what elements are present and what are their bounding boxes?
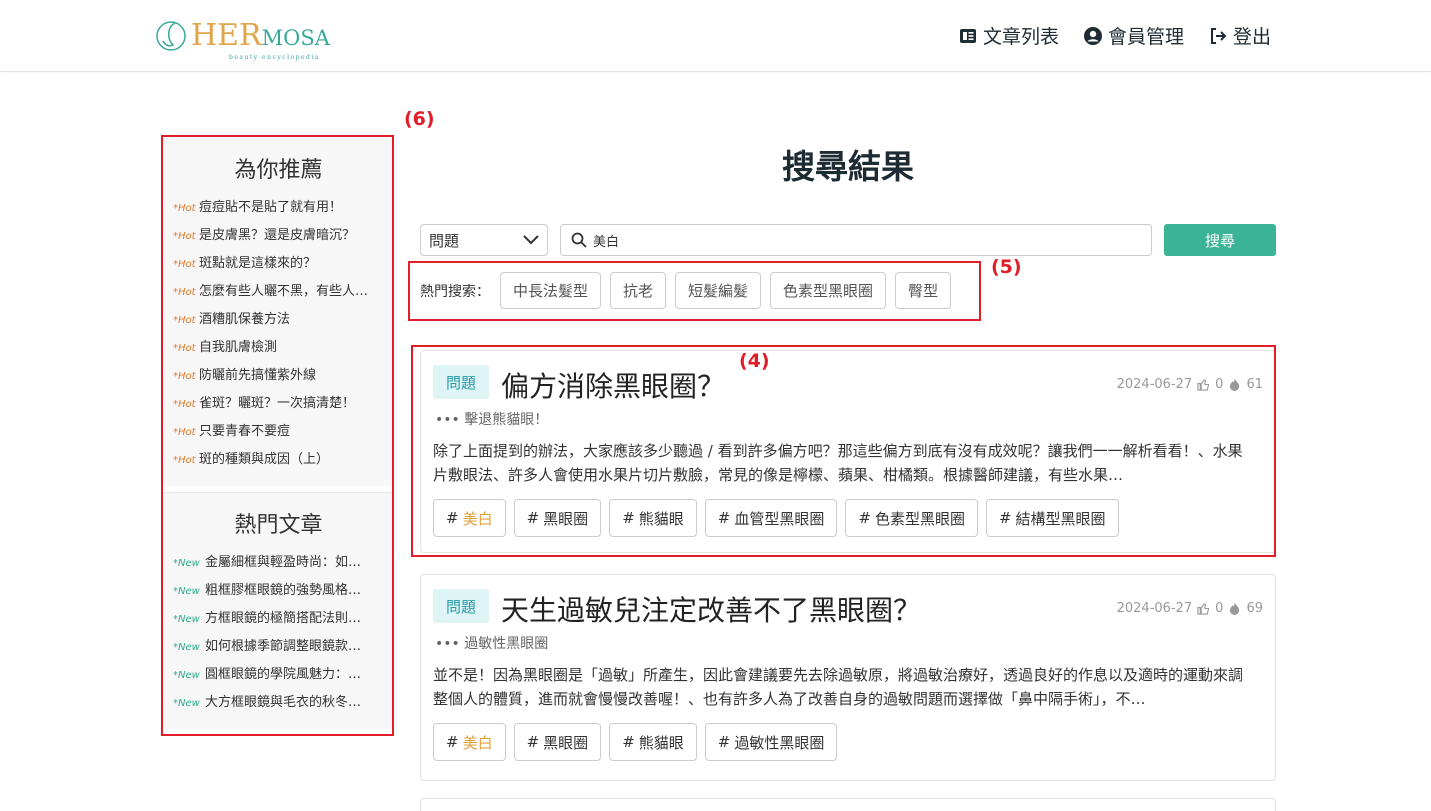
card-tag[interactable]: # 過敏性黑眼圈 xyxy=(704,723,838,761)
search-bar: 問題 搜尋 xyxy=(420,224,1276,256)
annotation-label-6: (6) xyxy=(404,108,435,130)
card-views: 69 xyxy=(1246,601,1263,616)
user-circle-icon xyxy=(1083,26,1102,45)
chevron-down-icon xyxy=(523,235,539,245)
nav-article-list[interactable]: 文章列表 xyxy=(958,22,1059,49)
card-tags: # 美白 # 黑眼圈 # 熊貓眼 # 過敏性黑眼圈 xyxy=(433,723,838,761)
logo-tagline: beauty encyclopedia xyxy=(229,54,320,61)
card-meta: 2024-06-27 0 69 xyxy=(1117,601,1263,616)
page-title: 搜尋結果 xyxy=(782,147,914,186)
nav-member-management[interactable]: 會員管理 xyxy=(1083,22,1184,49)
main-nav: 文章列表 會員管理 登出 xyxy=(958,22,1271,49)
logo-face-icon xyxy=(156,21,186,51)
card-excerpt: 並不是！因為黑眼圈是「過敏」所產生，因此會建議要先去除過敏原，將過敏治療好，透過… xyxy=(433,666,1244,708)
result-card[interactable]: 問題 天生過敏兒注定改善不了黑眼圈？ 2024-06-27 0 69 ••• 過… xyxy=(420,574,1276,781)
card-subtitle: ••• 過敏性黑眼圈 xyxy=(435,636,549,652)
search-button[interactable]: 搜尋 xyxy=(1164,224,1276,256)
search-input-wrapper xyxy=(560,224,1152,256)
annotation-label-4: (4) xyxy=(739,350,770,372)
search-input[interactable] xyxy=(593,232,1093,248)
card-type-badge: 問題 xyxy=(433,589,489,623)
annotation-label-5: (5) xyxy=(991,256,1022,278)
nav-logout[interactable]: 登出 xyxy=(1208,22,1271,49)
fire-icon xyxy=(1230,602,1240,615)
annotation-box-5 xyxy=(408,261,981,321)
hermosa-logo[interactable]: HERMOSA beauty encyclopedia xyxy=(155,16,330,61)
result-card-partial[interactable] xyxy=(420,798,1276,811)
card-date: 2024-06-27 xyxy=(1116,601,1193,616)
card-tag[interactable]: # 熊貓眼 xyxy=(609,723,697,761)
annotation-box-6 xyxy=(161,135,394,736)
card-title[interactable]: 天生過敏兒注定改善不了黑眼圈？ xyxy=(501,589,921,629)
article-list-icon xyxy=(959,28,976,43)
logo-wordmark: HERMOSA beauty encyclopedia xyxy=(191,18,330,61)
search-type-select[interactable]: 問題 xyxy=(420,224,548,256)
card-likes: 0 xyxy=(1215,601,1224,616)
card-tag[interactable]: # 黑眼圈 xyxy=(513,723,602,761)
card-tag[interactable]: # 美白 xyxy=(433,723,506,761)
thumbs-up-icon[interactable] xyxy=(1197,602,1210,615)
logout-icon xyxy=(1210,27,1227,44)
top-header: HERMOSA beauty encyclopedia 文章列表 會員管理 登出 xyxy=(0,0,1431,72)
ellipsis-icon: ••• xyxy=(435,636,465,652)
annotation-box-4 xyxy=(411,345,1276,557)
search-icon xyxy=(571,232,587,248)
